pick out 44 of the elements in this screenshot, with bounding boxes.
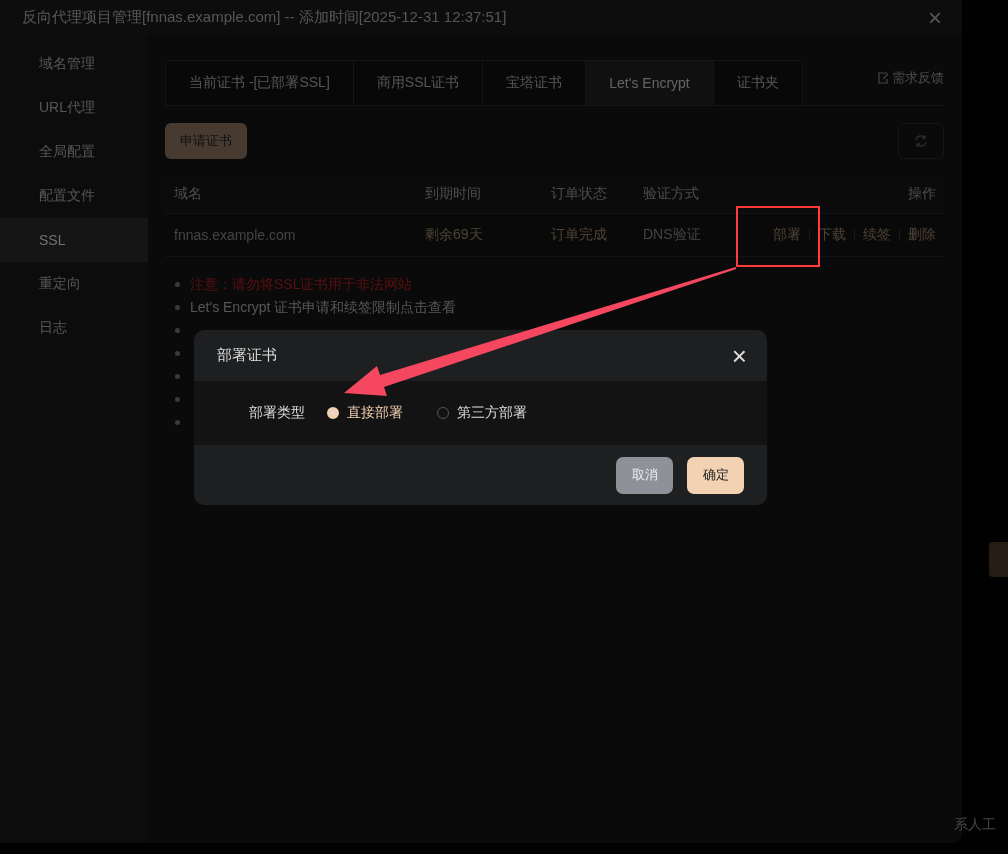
action-link[interactable]: 删除 — [908, 226, 936, 244]
bullet-icon — [175, 351, 180, 356]
confirm-button[interactable]: 确定 — [687, 456, 744, 494]
bullet-icon — [175, 328, 180, 333]
column-header: 操作 — [907, 185, 937, 203]
warning-text: 注意：请勿将SSL证书用于非法网站 — [190, 275, 413, 294]
column-header: 到期时间 — [425, 185, 482, 203]
refresh-button[interactable] — [898, 123, 944, 159]
action-link[interactable]: 部署 — [773, 226, 801, 244]
tab[interactable]: 当前证书 -[已部署SSL] — [166, 61, 354, 105]
radio-option[interactable]: 第三方部署 — [437, 404, 527, 422]
sidebar-item[interactable]: 域名管理 — [0, 42, 148, 86]
action-link[interactable]: 下载 — [818, 226, 846, 244]
column-header: 验证方式 — [643, 185, 700, 203]
bullet-icon — [175, 374, 180, 379]
table-cell-text: 订单完成 — [551, 226, 608, 244]
feedback-link[interactable]: 需求反馈 — [892, 69, 944, 87]
radio-option[interactable]: 直接部署 — [327, 404, 403, 422]
table-cell-text: 剩余69天 — [425, 226, 484, 244]
field-label: 部署类型 — [249, 404, 305, 422]
note-text: Let's Encrypt 证书申请和续签限制点击查看 — [190, 298, 457, 317]
table-cell-text: fnnas.example.com — [173, 227, 297, 243]
refresh-icon — [914, 134, 928, 148]
sidebar-item[interactable]: 日志 — [0, 306, 148, 350]
bullet-icon — [175, 282, 180, 287]
close-button[interactable]: × — [731, 342, 747, 369]
sidebar-item[interactable]: SSL — [0, 218, 148, 262]
dialog-title: 部署证书 — [217, 346, 277, 365]
bullet-icon — [175, 305, 180, 310]
sidebar-item[interactable]: 全局配置 — [0, 130, 148, 174]
column-header: 订单状态 — [551, 185, 608, 203]
sidebar-item[interactable]: 配置文件 — [0, 174, 148, 218]
action-link[interactable]: 续签 — [863, 226, 891, 244]
sidebar-item[interactable]: URL代理 — [0, 86, 148, 130]
background-text: 系人工 — [954, 816, 996, 834]
sidebar-item[interactable]: 重定向 — [0, 262, 148, 306]
edit-icon — [878, 72, 889, 84]
cancel-button[interactable]: 取消 — [616, 456, 673, 494]
column-header: 域名 — [173, 185, 203, 203]
window-title: 反向代理项目管理[fnnas.example.com] -- 添加时间[2025-12-31 12:37:51] — [22, 8, 507, 27]
close-button[interactable]: × — [928, 5, 942, 30]
bullet-icon — [175, 420, 180, 425]
bullet-icon — [175, 397, 180, 402]
tab[interactable]: Let's Encrypt — [586, 61, 714, 105]
